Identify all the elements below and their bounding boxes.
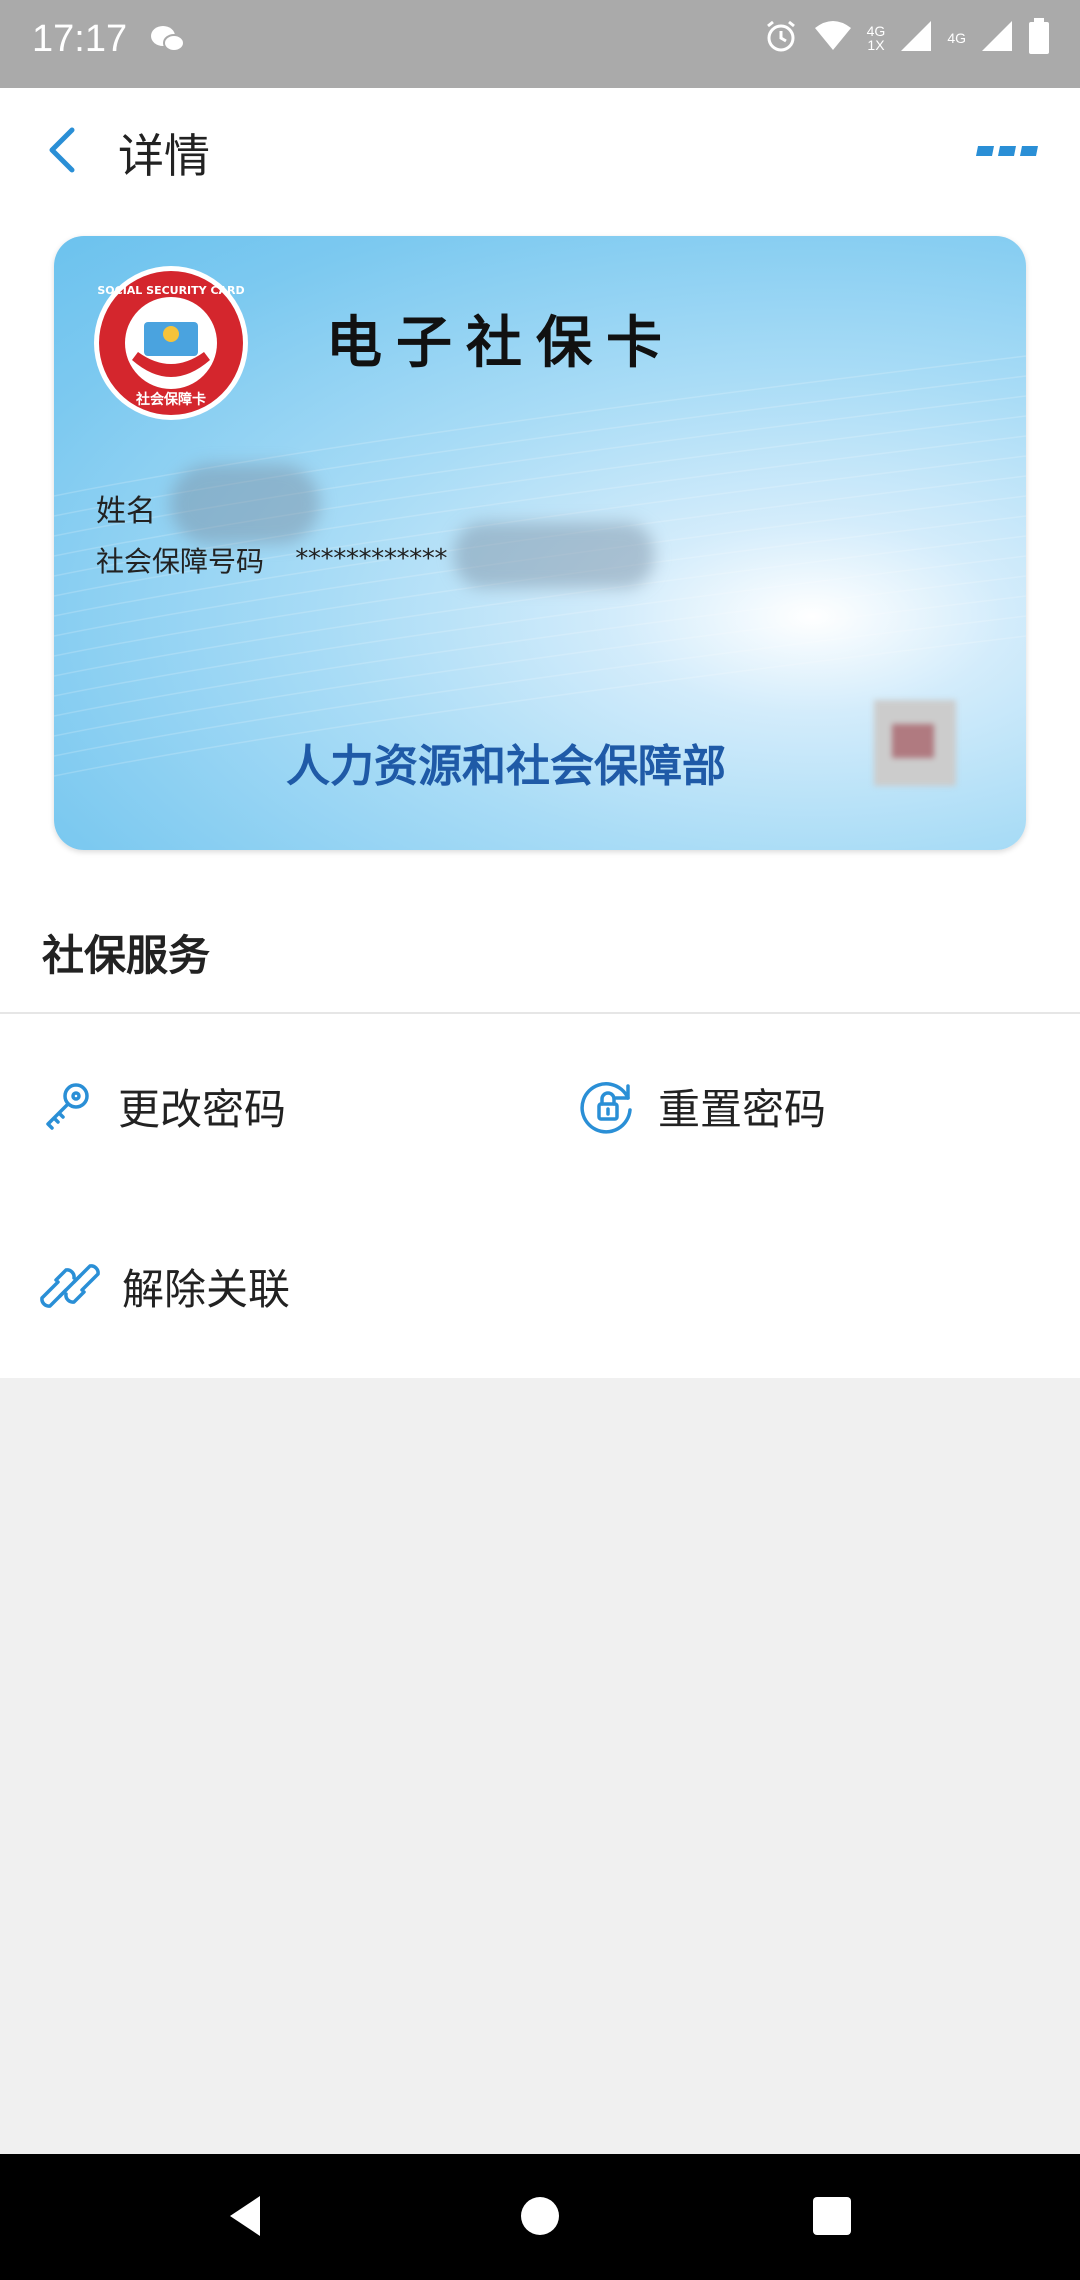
square-recents-icon — [813, 2197, 851, 2235]
reset-password-button[interactable]: 重置密码 — [580, 1066, 826, 1146]
social-security-card[interactable]: SOCIAL SECURITY CARD 社会保障卡 电子社保卡 姓名 社会保障… — [54, 236, 1026, 850]
link-icon — [40, 1264, 100, 1308]
unlink-label: 解除关联 — [122, 1264, 291, 1314]
signal-icon-1 — [899, 19, 933, 57]
nav-back-button[interactable] — [216, 2186, 276, 2246]
more-button[interactable] — [974, 138, 1040, 162]
signal-icon-2 — [980, 19, 1014, 57]
status-time: 17:17 — [32, 18, 128, 60]
wechat-icon — [150, 24, 186, 58]
qr-code[interactable] — [874, 700, 956, 786]
unlink-button[interactable]: 解除关联 — [40, 1246, 290, 1326]
change-password-button[interactable]: 更改密码 — [40, 1066, 286, 1146]
logo-text-bottom: 社会保障卡 — [135, 391, 206, 408]
circle-home-icon — [521, 2197, 559, 2235]
alarm-icon — [763, 18, 799, 58]
ssn-masked-value: ************ — [294, 544, 449, 574]
card-title: 电子社保卡 — [326, 310, 676, 376]
back-arrow-icon — [49, 127, 75, 173]
battery-icon — [1028, 18, 1050, 58]
nav-home-button[interactable] — [510, 2186, 570, 2246]
triangle-back-icon — [230, 2196, 260, 2236]
wifi-icon — [813, 20, 853, 56]
content-area: SOCIAL SECURITY CARD 社会保障卡 电子社保卡 姓名 社会保障… — [0, 212, 1080, 1378]
status-icons: 4G 1X 4G — [763, 18, 1050, 58]
ssn-redaction — [454, 522, 654, 588]
ssn-label: 社会保障号码 — [96, 545, 265, 578]
card-issuer: 人力资源和社会保障部 — [286, 741, 726, 792]
back-button[interactable] — [36, 120, 96, 180]
network-type-2: 4G — [947, 30, 966, 46]
app-bar: 详情 — [0, 88, 1080, 212]
nav-recents-button[interactable] — [802, 2186, 862, 2246]
navigation-bar — [0, 2154, 1080, 2280]
social-security-logo: SOCIAL SECURITY CARD 社会保障卡 — [92, 264, 250, 422]
empty-area — [0, 1378, 1080, 2154]
reset-password-label: 重置密码 — [658, 1084, 827, 1134]
section-title: 社保服务 — [42, 931, 211, 980]
status-bar: 17:17 4G 1X 4G — [0, 0, 1080, 88]
divider — [0, 1012, 1080, 1014]
more-dots-icon — [976, 146, 1038, 156]
name-label: 姓名 — [96, 494, 156, 529]
network-type-1: 4G 1X — [866, 23, 886, 53]
change-password-label: 更改密码 — [118, 1084, 287, 1134]
key-icon — [46, 1083, 89, 1130]
page-title: 详情 — [118, 129, 210, 183]
lock-reset-icon — [580, 1082, 632, 1134]
logo-text-top: SOCIAL SECURITY CARD — [97, 284, 244, 297]
name-redaction — [170, 464, 320, 544]
